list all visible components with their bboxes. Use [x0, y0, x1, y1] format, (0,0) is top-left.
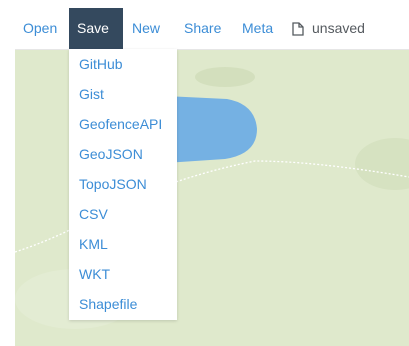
- meta-menu-button[interactable]: Meta: [242, 8, 273, 49]
- save-dropdown-menu: GitHub Gist GeofenceAPI GeoJSON TopoJSON…: [69, 49, 177, 320]
- app-frame: Open Save New Share Meta unsaved GitHub …: [0, 0, 409, 346]
- save-option-gist[interactable]: Gist: [69, 79, 177, 109]
- save-menu-button[interactable]: Save: [69, 8, 123, 49]
- save-status-label: unsaved: [312, 20, 365, 36]
- save-option-topojson[interactable]: TopoJSON: [69, 169, 177, 199]
- save-option-github[interactable]: GitHub: [69, 49, 177, 79]
- file-icon: [292, 22, 304, 36]
- new-menu-button[interactable]: New: [132, 8, 160, 49]
- terrain-patch: [195, 67, 255, 87]
- top-menu-bar: Open Save New Share Meta unsaved: [15, 8, 409, 50]
- save-option-csv[interactable]: CSV: [69, 199, 177, 229]
- open-menu-button[interactable]: Open: [23, 8, 57, 49]
- save-option-shapefile[interactable]: Shapefile: [69, 289, 177, 319]
- save-option-geofenceapi[interactable]: GeofenceAPI: [69, 109, 177, 139]
- save-option-kml[interactable]: KML: [69, 229, 177, 259]
- save-option-geojson[interactable]: GeoJSON: [69, 139, 177, 169]
- lake-shape[interactable]: [165, 96, 257, 163]
- terrain-patch: [355, 138, 409, 190]
- save-option-wkt[interactable]: WKT: [69, 259, 177, 289]
- share-menu-button[interactable]: Share: [184, 8, 221, 49]
